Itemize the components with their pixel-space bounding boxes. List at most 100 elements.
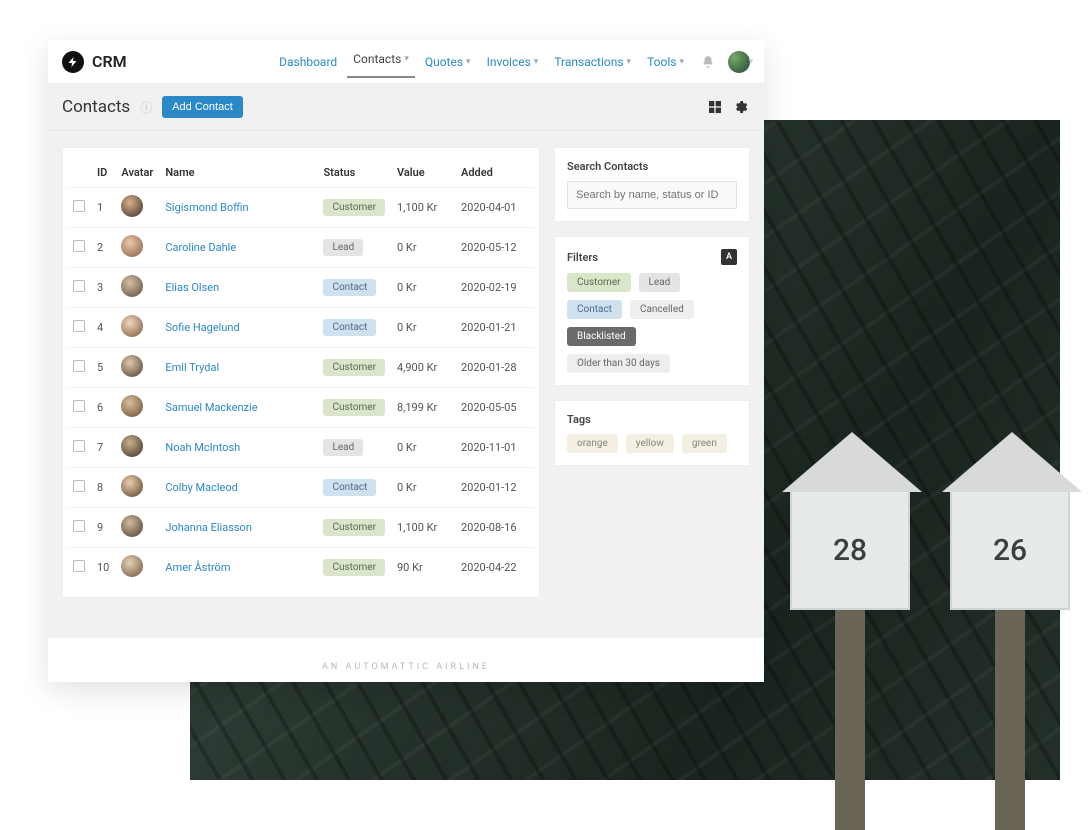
table-row[interactable]: 2Caroline DahleLead0 Kr2020-05-12 (67, 228, 535, 268)
filters-sort-icon[interactable]: A (721, 249, 737, 265)
table-row[interactable]: 5Emil TrydalCustomer4,900 Kr2020-01-28 (67, 348, 535, 388)
table-row[interactable]: 8Colby MacleodContact0 Kr2020-01-12 (67, 468, 535, 508)
mailbox-left-number: 28 (833, 533, 867, 568)
page-header: Contacts ⓘ Add Contact (48, 84, 764, 131)
col-status[interactable]: Status (317, 158, 391, 188)
tag-chip-yellow[interactable]: yellow (626, 434, 674, 453)
row-checkbox[interactable] (73, 200, 85, 212)
notifications-icon[interactable] (700, 54, 716, 70)
table-row[interactable]: 7Noah McIntoshLead0 Kr2020-11-01 (67, 428, 535, 468)
contact-name-link[interactable]: Sigismond Boffin (165, 201, 248, 214)
filter-chip-blacklisted[interactable]: Blacklisted (567, 327, 636, 346)
row-checkbox[interactable] (73, 240, 85, 252)
row-checkbox[interactable] (73, 520, 85, 532)
nav-invoices[interactable]: Invoices▾ (481, 49, 545, 75)
table-row[interactable]: 1Sigismond BoffinCustomer1,100 Kr2020-04… (67, 188, 535, 228)
col-id[interactable]: ID (91, 158, 115, 188)
tags-title: Tags (567, 413, 737, 426)
filter-chip-contact[interactable]: Contact (567, 300, 622, 319)
app-name: CRM (92, 52, 127, 71)
add-contact-button[interactable]: Add Contact (162, 96, 243, 118)
status-badge: Customer (323, 559, 385, 576)
card-view-icon[interactable] (706, 98, 724, 116)
row-checkbox[interactable] (73, 560, 85, 572)
cell-value: 8,199 Kr (391, 388, 455, 428)
cell-value: 0 Kr (391, 468, 455, 508)
table-row[interactable]: 6Samuel MackenzieCustomer8,199 Kr2020-05… (67, 388, 535, 428)
contact-name-link[interactable]: Johanna Eliasson (165, 521, 252, 534)
cell-value: 4,900 Kr (391, 348, 455, 388)
filter-chip-customer[interactable]: Customer (567, 273, 631, 292)
cell-added: 2020-04-22 (455, 548, 535, 588)
cell-id: 2 (91, 228, 115, 268)
status-badge: Lead (323, 239, 363, 256)
row-checkbox[interactable] (73, 480, 85, 492)
contact-name-link[interactable]: Sofie Hagelund (165, 321, 239, 334)
col-value[interactable]: Value (391, 158, 455, 188)
contact-name-link[interactable]: Colby Macleod (165, 481, 238, 494)
user-avatar-menu[interactable]: ▾ (728, 51, 750, 73)
cell-id: 4 (91, 308, 115, 348)
info-icon[interactable]: ⓘ (140, 99, 152, 116)
app-logo[interactable]: CRM (62, 51, 127, 73)
col-avatar[interactable]: Avatar (115, 158, 159, 188)
tag-chip-green[interactable]: green (682, 434, 727, 453)
contacts-table-panel: ID Avatar Name Status Value Added 1 Sigis… (62, 147, 540, 598)
contact-name-link[interactable]: Samuel Mackenzie (165, 401, 257, 414)
contact-name-link[interactable]: Caroline Dahle (165, 241, 236, 254)
table-row[interactable]: 3Elias OlsenContact0 Kr2020-02-19 (67, 268, 535, 308)
avatar[interactable] (121, 515, 143, 537)
filter-chip-cancelled[interactable]: Cancelled (630, 300, 694, 319)
topbar: CRM Dashboard Contacts▾ Quotes▾ Invoices… (48, 40, 764, 84)
page-title: Contacts (62, 97, 130, 117)
avatar[interactable] (121, 195, 143, 217)
avatar[interactable] (121, 555, 143, 577)
chevron-down-icon: ▾ (679, 57, 684, 67)
filter-chip-lead[interactable]: Lead (639, 273, 681, 292)
contact-name-link[interactable]: Noah McIntosh (165, 441, 240, 454)
content-area: ID Avatar Name Status Value Added 1 Sigis… (48, 131, 764, 638)
avatar[interactable] (121, 275, 143, 297)
avatar[interactable] (121, 395, 143, 417)
status-badge: Customer (323, 399, 385, 416)
filter-chip-older[interactable]: Older than 30 days (567, 354, 670, 373)
filters-title: Filters (567, 251, 598, 264)
contact-name-link[interactable]: Amer Åström (165, 561, 230, 574)
main-nav: Dashboard Contacts▾ Quotes▾ Invoices▾ Tr… (273, 46, 750, 78)
cell-added: 2020-05-12 (455, 228, 535, 268)
cell-id: 1 (91, 188, 115, 228)
avatar[interactable] (121, 235, 143, 257)
avatar[interactable] (121, 475, 143, 497)
row-checkbox[interactable] (73, 400, 85, 412)
row-checkbox[interactable] (73, 440, 85, 452)
crm-app-window: CRM Dashboard Contacts▾ Quotes▾ Invoices… (48, 40, 764, 682)
avatar[interactable] (121, 435, 143, 457)
search-input[interactable] (567, 181, 737, 209)
col-added[interactable]: Added (455, 158, 535, 188)
table-row[interactable]: 10Amer ÅströmCustomer90 Kr2020-04-22 (67, 548, 535, 588)
nav-transactions[interactable]: Transactions▾ (548, 49, 637, 75)
nav-quotes[interactable]: Quotes▾ (419, 49, 477, 75)
contact-name-link[interactable]: Elias Olsen (165, 281, 219, 294)
table-row[interactable]: 4Sofie HagelundContact0 Kr2020-01-21 (67, 308, 535, 348)
row-checkbox[interactable] (73, 280, 85, 292)
avatar[interactable] (121, 355, 143, 377)
nav-dashboard[interactable]: Dashboard (273, 49, 343, 75)
nav-tools[interactable]: Tools▾ (641, 49, 690, 75)
col-name[interactable]: Name (159, 158, 317, 188)
tags-panel: Tags orange yellow green (554, 400, 750, 466)
settings-gear-icon[interactable] (732, 98, 750, 116)
cell-id: 6 (91, 388, 115, 428)
nav-contacts[interactable]: Contacts▾ (347, 46, 415, 78)
cell-added: 2020-04-01 (455, 188, 535, 228)
contact-name-link[interactable]: Emil Trydal (165, 361, 219, 374)
cell-added: 2020-01-12 (455, 468, 535, 508)
chevron-down-icon: ▾ (749, 57, 754, 67)
row-checkbox[interactable] (73, 320, 85, 332)
status-badge: Customer (323, 199, 385, 216)
row-checkbox[interactable] (73, 360, 85, 372)
tag-chip-orange[interactable]: orange (567, 434, 618, 453)
table-row[interactable]: 9Johanna EliassonCustomer1,100 Kr2020-08… (67, 508, 535, 548)
cell-value: 0 Kr (391, 308, 455, 348)
avatar[interactable] (121, 315, 143, 337)
